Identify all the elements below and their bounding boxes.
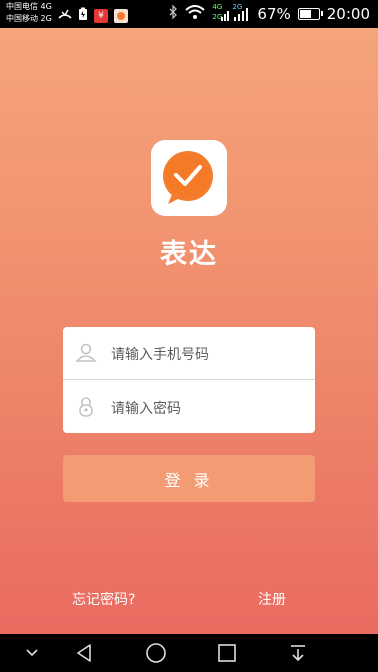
carrier-line-1: 中国电信 4G [6, 2, 52, 11]
login-screen: 表达 请输入手机号码 请输入密码 登 录 忘记密码? 注册 [0, 28, 378, 634]
chevron-down-icon[interactable] [18, 634, 46, 672]
app-name: 表达 [160, 239, 218, 270]
lock-icon [75, 396, 97, 418]
missed-call-icon [58, 6, 72, 25]
carrier-line-2: 中国移动 2G [6, 14, 52, 23]
phone-field[interactable]: 请输入手机号码 [63, 327, 315, 379]
notification-pulldown-icon[interactable] [282, 634, 314, 672]
yuan-app-icon: ¥ [94, 8, 108, 23]
battery-saver-icon [78, 6, 88, 25]
notification-icons: ¥ [58, 6, 128, 25]
chat-bubble-checkmark-icon [151, 140, 227, 216]
battery-icon [297, 7, 323, 20]
login-form: 请输入手机号码 请输入密码 [63, 327, 315, 433]
clock: 20:00 [326, 4, 370, 23]
back-icon[interactable] [68, 634, 100, 672]
password-field[interactable]: 请输入密码 [63, 381, 315, 433]
phone-placeholder: 请输入手机号码 [111, 347, 209, 363]
login-button[interactable]: 登 录 [63, 455, 315, 502]
recents-icon[interactable] [211, 634, 243, 672]
home-icon[interactable] [140, 634, 172, 672]
navigation-bar [0, 634, 378, 672]
system-status: 4G 2G 2G 67% 20:00 [169, 3, 370, 23]
carrier-info: 中国电信 4G 中国移动 2G [6, 1, 52, 25]
battery-percent: 67% [257, 4, 291, 23]
status-bar: 中国电信 4G 中国移动 2G ¥ 4G 2G 2G 67% 20:00 [0, 0, 378, 28]
signal-icon: 4G 2G 2G [212, 3, 250, 23]
bluetooth-icon [169, 4, 178, 23]
register-link[interactable]: 注册 [258, 589, 286, 609]
wifi-icon [185, 4, 206, 23]
forgot-password-link[interactable]: 忘记密码? [72, 589, 135, 609]
user-icon [75, 342, 97, 364]
field-divider [63, 379, 315, 380]
password-placeholder: 请输入密码 [111, 401, 181, 417]
orange-app-icon [114, 8, 128, 23]
